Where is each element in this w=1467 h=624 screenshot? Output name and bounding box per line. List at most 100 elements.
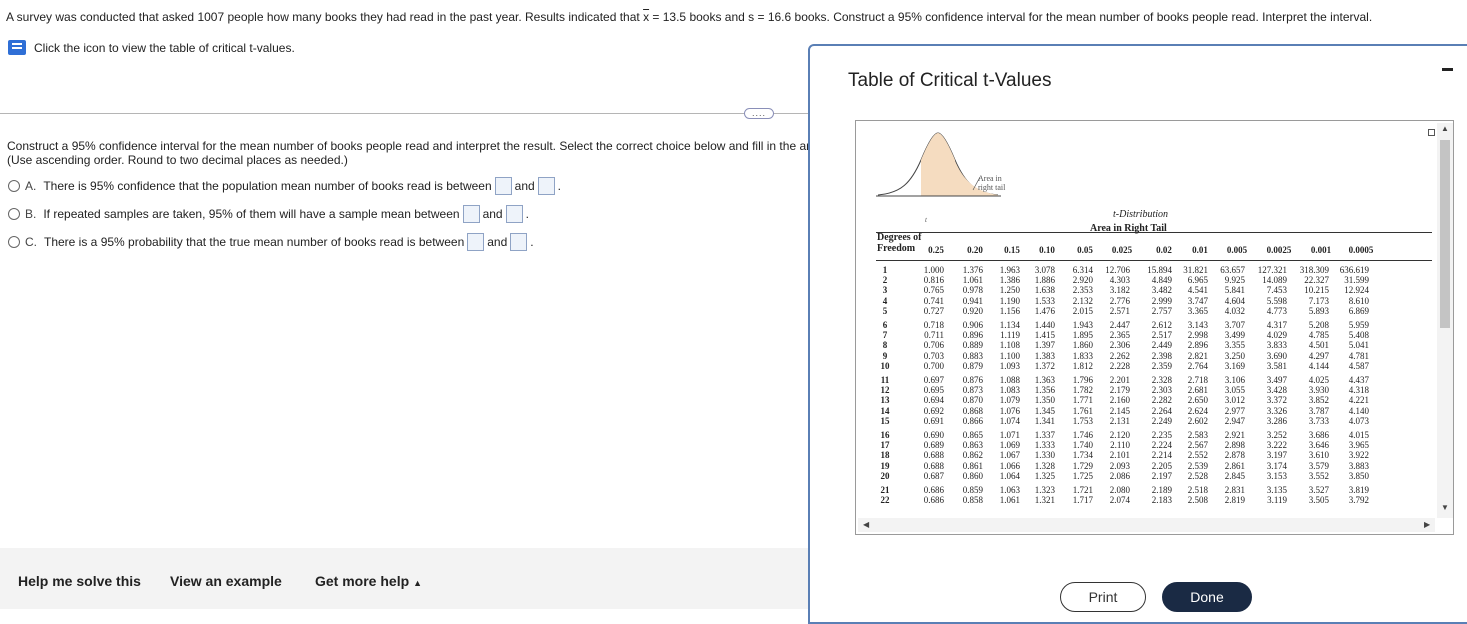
table-cell: 2.080 [1109,485,1130,495]
help-me-solve-button[interactable]: Help me solve this [18,573,141,589]
table-cell: 31.599 [1344,275,1369,286]
table-cell: 2.776 [1109,295,1130,306]
choice-b[interactable]: B. If repeated samples are taken, 95% of… [8,205,529,223]
table-cell: 5.893 [1308,305,1329,316]
table-cell: 3.930 [1308,385,1329,396]
table-cell: 4.501 [1308,340,1329,351]
scroll-up-icon[interactable]: ▲ [1441,124,1449,133]
table-cell: 1.330 [1034,450,1055,461]
restore-icon[interactable] [1428,129,1435,136]
table-cell: 1.860 [1072,340,1093,351]
table-cell: 0.694 [923,395,944,406]
table-cell: 2.539 [1187,460,1208,471]
table-cell: 2.998 [1187,330,1208,341]
table-cell: 14.089 [1262,275,1287,286]
done-button[interactable]: Done [1162,582,1252,612]
table-cell: 4.587 [1348,360,1369,371]
dof-cell: 11 [880,375,890,385]
table-cell: 3.747 [1187,295,1208,306]
table-cell: 7.173 [1308,295,1329,306]
table-cell: 636.619 [1339,265,1369,275]
table-cell: 2.764 [1187,360,1208,371]
table-cell: 3.119 [1267,495,1287,506]
table-cell: 3.787 [1308,405,1329,416]
choice-b-upper-input[interactable] [505,205,523,223]
table-cell: 0.688 [923,450,944,461]
table-cell: 2.920 [1072,275,1093,286]
choice-c-upper-input[interactable] [510,233,528,251]
table-cell: 2.353 [1072,285,1093,296]
table-cell: 2.831 [1224,485,1245,495]
print-button[interactable]: Print [1060,582,1146,612]
more-options-button[interactable]: .... [744,108,774,119]
get-more-help-button[interactable]: Get more help ▲ [315,573,422,589]
critical-values-link-row[interactable]: Click the icon to view the table of crit… [8,40,295,55]
table-cell: 2.015 [1072,305,1093,316]
table-cell: 1.119 [1000,330,1020,341]
table-cell: 1.321 [1034,495,1055,506]
table-cell: 1.886 [1034,275,1055,286]
radio-c[interactable] [8,236,20,248]
table-cell: 2.262 [1109,350,1130,361]
scroll-right-icon[interactable]: ▶ [1424,520,1430,529]
table-cell: 4.785 [1308,330,1329,341]
table-cell: 2.602 [1187,415,1208,426]
vertical-scrollbar-thumb[interactable] [1440,140,1450,328]
table-cell: 1.782 [1072,385,1093,396]
table-cell: 2.398 [1151,350,1172,361]
radio-b[interactable] [8,208,20,220]
table-cell: 0.868 [962,405,983,416]
horizontal-scrollbar[interactable] [858,518,1435,532]
choice-c-end: . [530,235,534,249]
table-cell: 2.921 [1224,430,1245,440]
table-cell: 63.657 [1220,265,1245,275]
table-cell: 0.703 [923,350,944,361]
critical-values-link[interactable]: Click the icon to view the table of crit… [34,41,295,55]
table-cell: 3.883 [1348,460,1369,471]
instructions-line-2: (Use ascending order. Round to two decim… [7,153,348,167]
choice-c[interactable]: C. There is a 95% probability that the t… [8,233,534,251]
table-cell: 4.541 [1187,285,1208,296]
table-cell: 3.372 [1266,395,1287,406]
table-cell: 1.076 [999,405,1020,416]
section-divider [0,113,808,114]
table-cell: 0.861 [962,460,983,471]
table-cell: 0.978 [962,285,983,296]
table-cell: 1.963 [999,265,1020,275]
table-cell: 4.029 [1266,330,1287,341]
scroll-left-icon[interactable]: ◀ [863,520,869,529]
dof-header-line-2: Freedom [877,243,916,254]
choice-a-lower-input[interactable] [494,177,512,195]
book-icon[interactable] [8,40,26,55]
view-example-button[interactable]: View an example [170,573,282,589]
table-cell: 0.689 [923,440,944,451]
minimize-icon[interactable] [1442,68,1453,71]
table-cell: 4.073 [1348,415,1369,426]
table-cell: 1.061 [999,495,1020,506]
radio-a[interactable] [8,180,20,192]
table-cell: 1.796 [1072,375,1093,385]
table-cell: 12.706 [1105,265,1130,275]
table-cell: 1.069 [999,440,1020,451]
table-cell: 0.941 [962,295,983,306]
table-cell: 1.383 [1034,350,1055,361]
table-cell: 0.876 [962,375,983,385]
dof-cell: 16 [880,430,890,440]
choice-a-upper-input[interactable] [537,177,555,195]
caret-up-icon: ▲ [413,578,423,588]
table-cell: 2.447 [1109,320,1130,330]
table-cell: 2.197 [1151,470,1172,481]
dof-cell: 5 [882,305,888,316]
table-cell: 2.235 [1151,430,1172,440]
table-cell: 1.071 [999,430,1020,440]
choice-c-lower-input[interactable] [467,233,485,251]
table-cell: 3.852 [1308,395,1329,406]
table-cell: 4.849 [1151,275,1172,286]
table-cell: 0.686 [923,495,944,506]
choice-b-lower-input[interactable] [462,205,480,223]
choice-b-letter: B. [25,207,37,221]
choice-a[interactable]: A. There is 95% confidence that the popu… [8,177,561,195]
scroll-down-icon[interactable]: ▼ [1441,503,1449,512]
choice-a-and: and [514,179,535,193]
table-cell: 3.135 [1266,485,1287,495]
